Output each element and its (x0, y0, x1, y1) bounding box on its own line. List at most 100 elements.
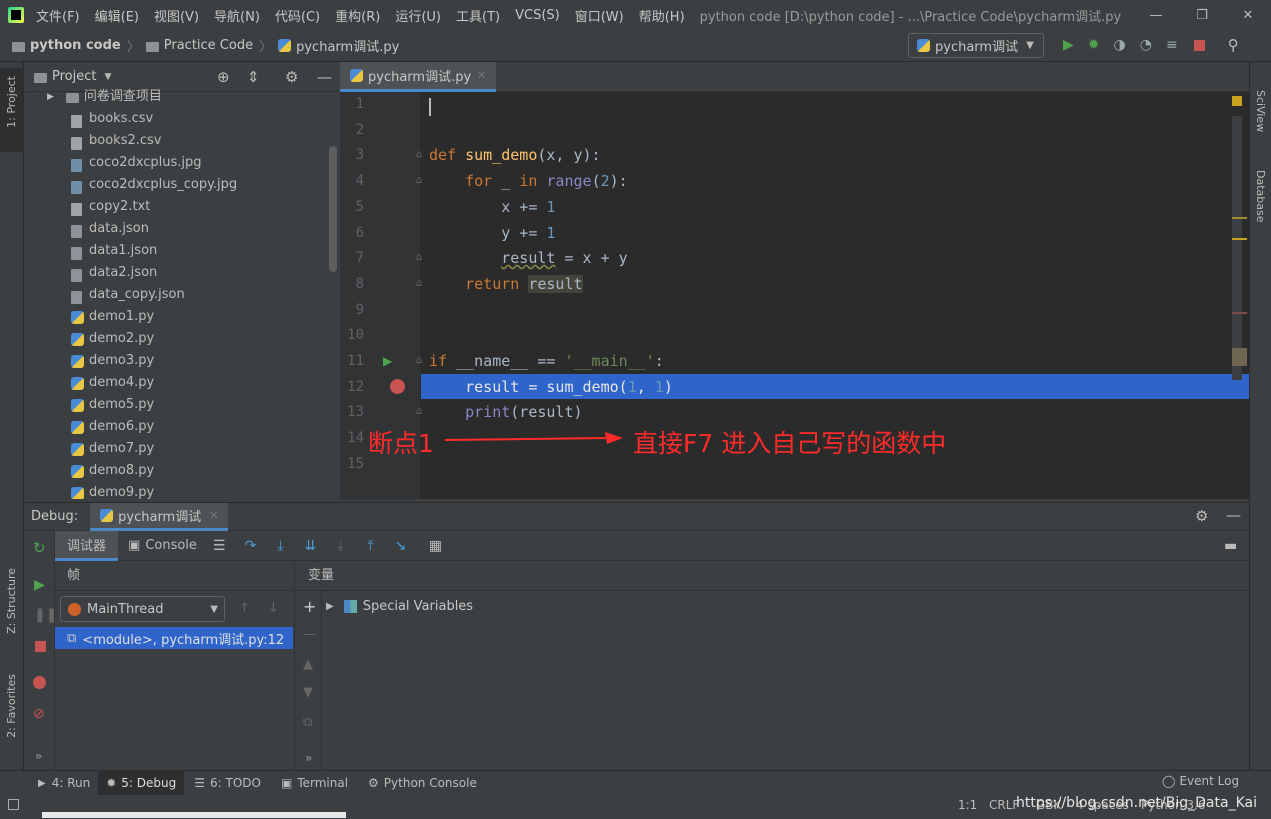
tree-file[interactable]: data1.json (25, 240, 329, 262)
menu-refactor[interactable]: 重构(R) (335, 6, 380, 25)
project-scrollbar[interactable] (329, 146, 337, 272)
fold-icon[interactable]: ⌂ (416, 149, 422, 160)
code-line[interactable]: x += 1 (429, 198, 555, 216)
view-breakpoints-icon[interactable] (33, 676, 46, 689)
tree-file[interactable]: coco2dxcplus_copy.jpg (25, 174, 329, 196)
tab-console[interactable]: ▣ Console (118, 531, 207, 561)
fold-icon[interactable]: ⌂ (416, 355, 422, 366)
run-to-cursor-icon[interactable]: ↘ (392, 538, 408, 554)
tool-debug[interactable]: ✹ 5: Debug (98, 771, 185, 795)
fold-icon[interactable]: ⌂ (416, 406, 422, 417)
special-variables-row[interactable]: ▶ Special Variables (326, 595, 473, 617)
menu-vcs[interactable]: VCS(S) (515, 8, 560, 23)
tree-file[interactable]: demo5.py (25, 394, 329, 416)
move-up-icon[interactable]: ▲ (303, 657, 313, 672)
layout-icon[interactable]: ☰ (213, 538, 226, 554)
run-icon[interactable]: ▶ (1063, 37, 1074, 53)
mute-breakpoints-icon[interactable]: ⊘ (33, 706, 45, 722)
menu-help[interactable]: 帮助(H) (639, 6, 685, 25)
rerun-icon[interactable]: ↻ (33, 539, 46, 557)
minimize-icon[interactable]: — (1133, 8, 1179, 23)
stop-icon[interactable] (35, 641, 46, 652)
tree-file[interactable]: data.json (25, 218, 329, 240)
restore-layout-icon[interactable]: ▬ (1224, 538, 1237, 554)
expand-icon[interactable]: ▶ (47, 86, 54, 108)
chevron-down-icon[interactable]: ▼ (104, 72, 111, 82)
close-tab-icon[interactable]: ✕ (477, 69, 486, 82)
tree-file[interactable]: demo2.py (25, 328, 329, 350)
tree-file[interactable]: demo9.py (25, 482, 329, 499)
stop-icon[interactable] (1193, 39, 1205, 51)
restore-icon[interactable]: ❐ (1179, 8, 1225, 23)
locate-icon[interactable]: ⊕ (217, 68, 230, 86)
tool-todo[interactable]: ☰ 6: TODO (184, 771, 271, 795)
step-over-icon[interactable]: ↷ (242, 538, 258, 554)
run-gutter-icon[interactable]: ▶ (383, 354, 392, 368)
force-step-into-icon[interactable]: ⤓ (332, 538, 348, 554)
code-line[interactable]: def sum_demo(x, y): (429, 146, 601, 164)
tool-database[interactable]: Database (1254, 170, 1267, 223)
thread-select[interactable]: MainThread ▼ (60, 596, 225, 622)
toggle-toolwindows-icon[interactable] (8, 799, 19, 810)
code-line[interactable]: y += 1 (429, 224, 555, 242)
menu-code[interactable]: 代码(C) (275, 6, 320, 25)
menu-tools[interactable]: 工具(T) (456, 6, 500, 25)
menu-view[interactable]: 视图(V) (154, 6, 199, 25)
coverage-icon[interactable]: ◑ (1114, 37, 1126, 53)
line-separator[interactable]: CRLF (989, 798, 1019, 812)
step-into-icon[interactable]: ⤓ (272, 538, 288, 554)
code-line[interactable]: print(result) (429, 403, 582, 421)
gear-icon[interactable]: ⚙ (1195, 507, 1208, 525)
move-down-icon[interactable]: ▼ (303, 685, 313, 700)
add-watch-icon[interactable]: + (303, 597, 316, 616)
expand-icon[interactable]: ▶ (326, 601, 334, 612)
profile-icon[interactable]: ◔ (1140, 37, 1152, 53)
fold-icon[interactable]: ⌂ (416, 175, 422, 186)
tree-file[interactable]: demo7.py (25, 438, 329, 460)
tree-file[interactable]: demo8.py (25, 460, 329, 482)
editor-scrollbar[interactable] (1232, 116, 1242, 380)
fold-icon[interactable]: ⌂ (416, 252, 422, 263)
step-out-icon[interactable]: ⤒ (362, 538, 378, 554)
code-line[interactable]: result = x + y (429, 249, 627, 267)
tree-folder[interactable]: ▶ 问卷调查项目 (25, 86, 329, 108)
copy-icon[interactable]: ⧉ (303, 715, 312, 730)
evaluate-expression-icon[interactable]: ▦ (427, 538, 443, 554)
run-config-select[interactable]: pycharm调试 ▼ (908, 33, 1044, 58)
menu-edit[interactable]: 编辑(E) (95, 6, 139, 25)
tool-python-console[interactable]: ⚙ Python Console (358, 771, 487, 795)
code-line[interactable]: for _ in range(2): (429, 172, 628, 190)
code-line[interactable]: return result (429, 274, 583, 293)
code-line[interactable]: if __name__ == '__main__': (429, 352, 664, 370)
menu-navigate[interactable]: 导航(N) (214, 6, 260, 25)
resume-icon[interactable]: ▶ (34, 577, 45, 593)
frame-up-icon[interactable]: ↑ (239, 601, 250, 616)
close-icon[interactable]: ✕ (1225, 8, 1271, 23)
tree-file[interactable]: demo4.py (25, 372, 329, 394)
breadcrumb-project[interactable]: python code (30, 38, 121, 53)
more-icon[interactable]: » (305, 751, 312, 765)
tool-structure[interactable]: Z: Structure (5, 568, 18, 634)
tree-file[interactable]: demo3.py (25, 350, 329, 372)
hide-icon[interactable]: — (1226, 506, 1241, 524)
menu-file[interactable]: 文件(F) (36, 6, 80, 25)
breadcrumb-folder[interactable]: Practice Code (164, 38, 253, 53)
remove-watch-icon[interactable]: — (303, 627, 316, 642)
breadcrumb-file[interactable]: pycharm调试.py (296, 36, 399, 55)
pause-icon[interactable]: ❚❚ (34, 607, 57, 623)
tree-file[interactable]: books2.csv (25, 130, 329, 152)
hide-icon[interactable]: — (317, 68, 332, 86)
collapse-icon[interactable]: ⇕ (247, 68, 260, 86)
debug-session-tab[interactable]: pycharm调试 ✕ (90, 502, 229, 531)
code-line[interactable]: result = sum_demo(1, 1) (429, 378, 673, 396)
more-icon[interactable]: » (35, 749, 42, 763)
tool-project[interactable]: 1: Project (0, 68, 23, 152)
search-icon[interactable]: ⚲ (1228, 36, 1239, 54)
tool-sciview[interactable]: SciView (1254, 90, 1267, 132)
tree-file[interactable]: coco2dxcplus.jpg (25, 152, 329, 174)
tab-pycharm-debug[interactable]: pycharm调试.py ✕ (340, 61, 497, 92)
menu-run[interactable]: 运行(U) (395, 6, 441, 25)
frame-row[interactable]: ⧉ <module>, pycharm调试.py:12 (55, 627, 293, 649)
tree-file[interactable]: copy2.txt (25, 196, 329, 218)
project-title[interactable]: Project (52, 69, 96, 84)
